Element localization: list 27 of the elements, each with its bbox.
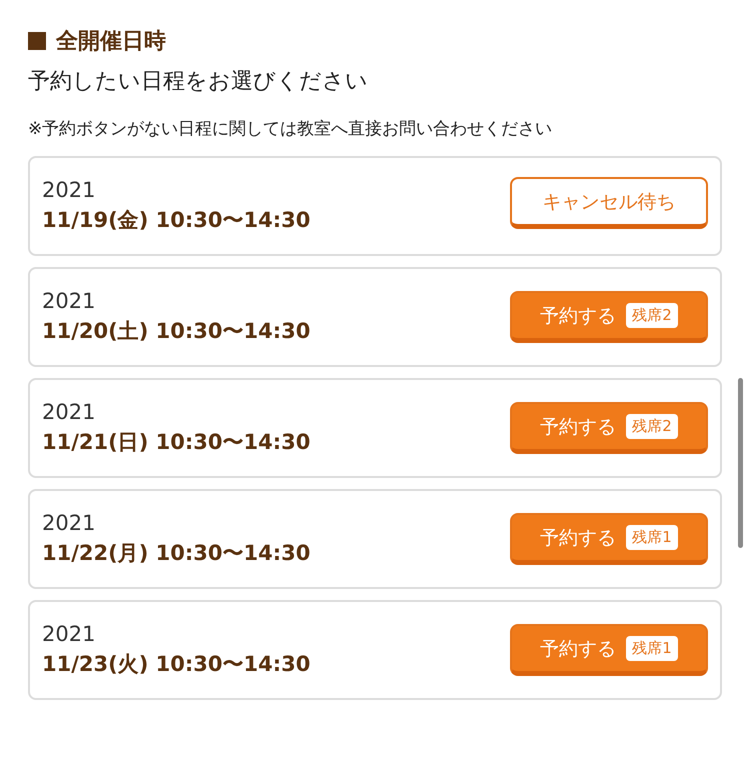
date-time-text: 11/23(火) 10:30〜14:30 [42,651,310,678]
remaining-seats-badge: 残席1 [626,636,678,661]
button-label: 予約する [540,526,616,550]
year-text: 2021 [42,289,96,313]
button-label: 予約する [540,636,616,662]
section-title: 全開催日時 [56,28,166,56]
instruction-text: 予約したい日程をお選びください [28,68,369,96]
heading-square-icon [28,32,46,50]
button-label: 予約する [540,414,616,440]
date-time-text: 11/22(月) 10:30〜14:30 [42,540,310,567]
date-time-text: 11/21(日) 10:30〜14:30 [42,429,310,456]
year-text: 2021 [42,400,96,424]
reserve-button[interactable]: 予約する 残席2 [510,402,708,454]
year-text: 2021 [42,178,96,202]
remaining-seats-badge: 残席2 [626,303,678,328]
date-time-text: 11/20(土) 10:30〜14:30 [42,318,310,345]
waitlist-button[interactable]: キャンセル待ち [510,177,708,229]
reserve-button[interactable]: 予約する 残席1 [510,513,708,565]
note-text: ※予約ボタンがない日程に関しては教室へ直接お問い合わせください [28,118,554,141]
reserve-button[interactable]: 予約する 残席1 [510,624,708,676]
remaining-seats-badge: 残席1 [626,525,678,550]
year-text: 2021 [42,511,96,535]
date-time-text: 11/19(金) 10:30〜14:30 [42,207,310,234]
year-text: 2021 [42,622,96,646]
reserve-button[interactable]: 予約する 残席2 [510,291,708,343]
button-label: 予約する [540,304,616,328]
remaining-seats-badge: 残席2 [626,414,678,439]
